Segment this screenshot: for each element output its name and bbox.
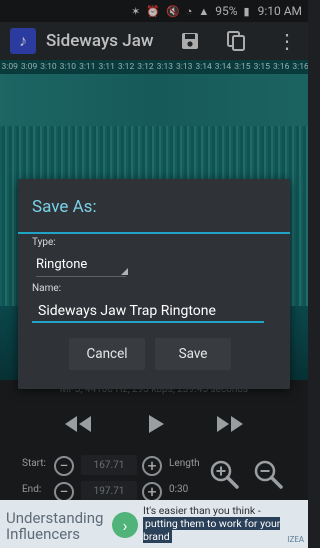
- ad-banner[interactable]: Understanding Influencers › It's easier …: [0, 500, 308, 548]
- ad-brand-line: Understanding: [6, 509, 104, 527]
- ad-brand-line: Influencers: [6, 525, 81, 543]
- cancel-button[interactable]: Cancel: [69, 338, 145, 370]
- arrow-right-icon[interactable]: ›: [112, 512, 138, 538]
- ad-line: putting them to work for your brand: [143, 517, 281, 543]
- ad-brand: Understanding Influencers: [6, 510, 103, 542]
- save-as-dialog: Save As: Type: Ringtone Name: Cancel Sav…: [18, 179, 290, 389]
- ad-logo: IZEA: [287, 535, 304, 544]
- app-screen: ✶ ⏰ 🔇 ◔ ▲ 95% ▮ 9:10 AM ♪ Sideways Jaw ⋮…: [0, 0, 308, 548]
- save-button[interactable]: Save: [155, 338, 231, 370]
- dialog-divider: [18, 232, 290, 234]
- type-dropdown[interactable]: Ringtone: [36, 257, 128, 277]
- type-label: Type:: [32, 237, 56, 248]
- name-input[interactable]: [32, 301, 264, 323]
- ad-line: It's easier than you think -: [143, 504, 261, 517]
- name-label: Name:: [32, 283, 62, 294]
- type-selected-value: Ringtone: [36, 257, 88, 272]
- ad-copy: It's easier than you think - putting the…: [143, 504, 307, 543]
- dialog-title: Save As:: [32, 197, 97, 217]
- dropdown-arrow-icon: [121, 268, 128, 275]
